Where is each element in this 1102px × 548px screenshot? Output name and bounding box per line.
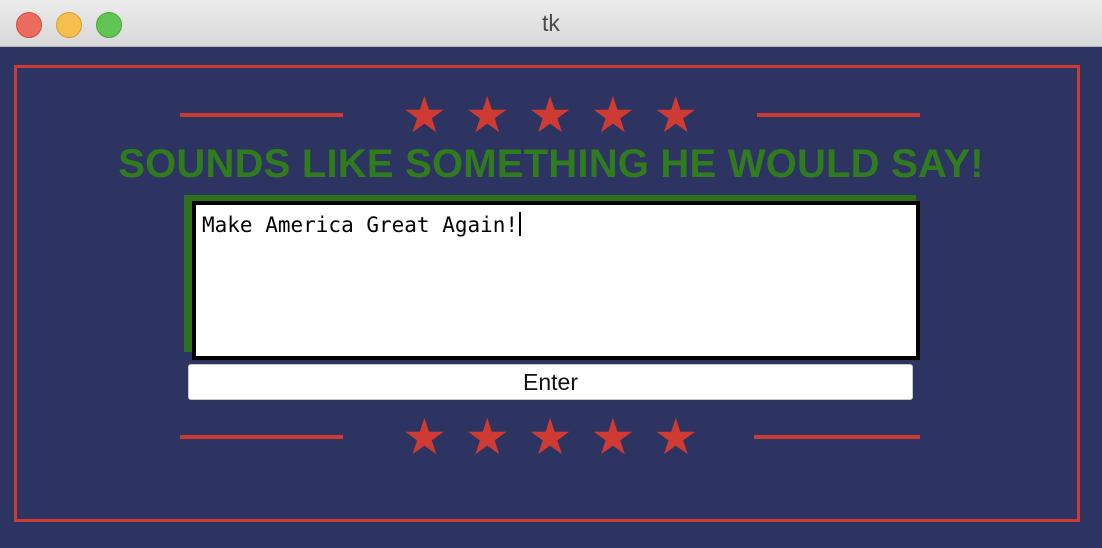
title-bar[interactable]: tk — [0, 0, 1102, 47]
star-icon: ★ — [527, 86, 573, 144]
star-icon: ★ — [653, 408, 699, 466]
star-icon: ★ — [402, 86, 447, 144]
star-icon: ★ — [402, 408, 447, 466]
headline: SOUNDS LIKE SOMETHING HE WOULD SAY! — [118, 142, 984, 186]
window-title: tk — [542, 10, 560, 36]
bottom-star-row: ★ ★ ★ ★ ★ — [402, 412, 698, 462]
text-caret — [519, 212, 522, 236]
top-right-line — [757, 113, 920, 117]
star-icon: ★ — [464, 86, 510, 144]
star-icon: ★ — [590, 408, 636, 466]
main-content: ★ ★ ★ ★ ★ SOUNDS LIKE SOMETHING HE WOULD… — [0, 47, 1102, 548]
quote-text-value: Make America Great Again! — [202, 213, 519, 237]
star-icon: ★ — [590, 86, 636, 144]
app-window: tk ★ ★ ★ ★ ★ SOUNDS LIKE SOMETHING HE WO… — [0, 0, 1102, 548]
star-icon: ★ — [527, 408, 573, 466]
star-icon: ★ — [464, 408, 510, 466]
bottom-right-line — [754, 435, 920, 439]
star-icon: ★ — [653, 86, 699, 144]
enter-button[interactable]: Enter — [188, 364, 913, 400]
top-star-row: ★ ★ ★ ★ ★ — [402, 90, 698, 140]
top-left-line — [180, 113, 343, 117]
bottom-left-line — [180, 435, 343, 439]
quote-text-input[interactable]: Make America Great Again! — [192, 201, 920, 360]
